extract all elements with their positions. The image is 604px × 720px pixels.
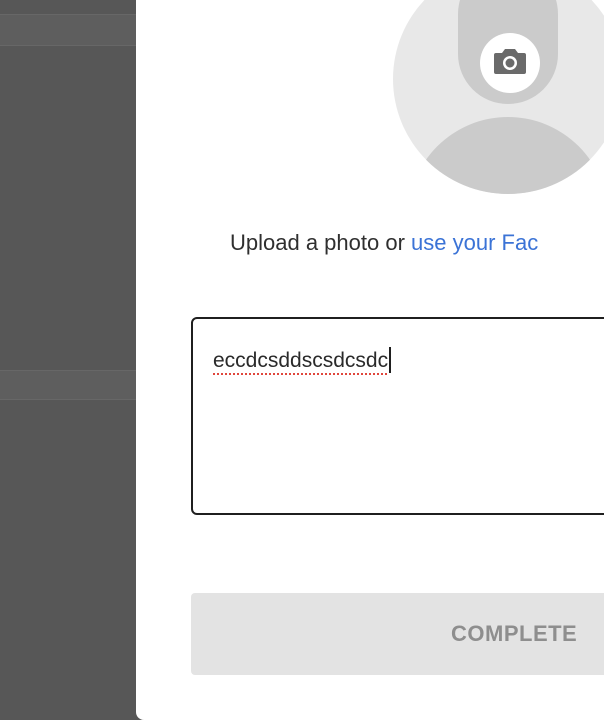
profile-avatar[interactable]: [393, 0, 604, 194]
camera-button[interactable]: [480, 33, 540, 93]
sidebar-stub: [0, 0, 40, 15]
upload-text: Upload a photo or: [230, 230, 412, 255]
bio-textarea[interactable]: eccdcsddscsdcsdc: [191, 317, 604, 515]
camera-icon: [493, 47, 527, 80]
facebook-photo-link[interactable]: use your Fac: [411, 230, 538, 255]
complete-button[interactable]: COMPLETE: [191, 593, 604, 675]
sidebar-row: [0, 14, 136, 46]
text-caret: [389, 347, 392, 373]
profile-setup-modal: Upload a photo or use your Fac eccdcsdds…: [136, 0, 604, 720]
dimmed-sidebar: [0, 0, 136, 720]
bio-text: eccdcsddscsdcsdc: [213, 349, 389, 372]
sidebar-row: [0, 370, 136, 400]
avatar-body-silhouette: [408, 117, 604, 194]
upload-instructions: Upload a photo or use your Fac: [230, 228, 538, 258]
